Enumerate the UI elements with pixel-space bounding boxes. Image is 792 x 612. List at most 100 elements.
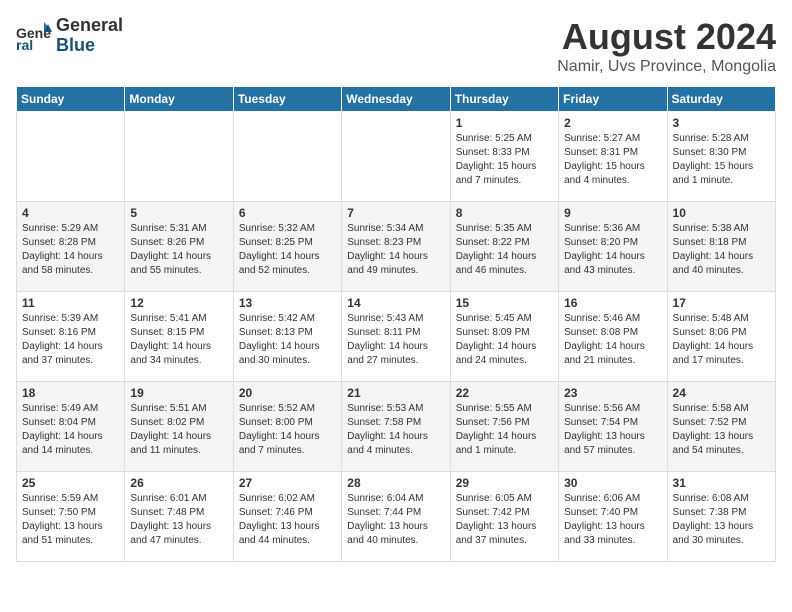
logo-icon: Gene ral (16, 18, 52, 54)
day-info: Sunrise: 5:32 AM Sunset: 8:25 PM Dayligh… (239, 222, 336, 278)
calendar-cell: 19 Sunrise: 5:51 AM Sunset: 8:02 PM Dayli… (125, 382, 233, 472)
day-info: Sunrise: 5:45 AM Sunset: 8:09 PM Dayligh… (456, 312, 553, 368)
weekday-header-row: SundayMondayTuesdayWednesdayThursdayFrid… (17, 87, 776, 112)
day-info: Sunrise: 5:51 AM Sunset: 8:02 PM Dayligh… (130, 402, 227, 458)
calendar-cell: 13 Sunrise: 5:42 AM Sunset: 8:13 PM Dayli… (233, 292, 341, 382)
day-info: Sunrise: 5:58 AM Sunset: 7:52 PM Dayligh… (673, 402, 770, 458)
day-info: Sunrise: 5:55 AM Sunset: 7:56 PM Dayligh… (456, 402, 553, 458)
day-info: Sunrise: 6:01 AM Sunset: 7:48 PM Dayligh… (130, 492, 227, 548)
calendar-cell: 14 Sunrise: 5:43 AM Sunset: 8:11 PM Dayli… (342, 292, 450, 382)
day-info: Sunrise: 6:08 AM Sunset: 7:38 PM Dayligh… (673, 492, 770, 548)
calendar-cell: 20 Sunrise: 5:52 AM Sunset: 8:00 PM Dayli… (233, 382, 341, 472)
calendar-cell: 23Sunrise: 5:56 AM Sunset: 7:54 PM Dayli… (559, 382, 667, 472)
calendar-cell: 27 Sunrise: 6:02 AM Sunset: 7:46 PM Dayli… (233, 472, 341, 562)
day-info: Sunrise: 5:38 AM Sunset: 8:18 PM Dayligh… (673, 222, 770, 278)
calendar-cell: 10 Sunrise: 5:38 AM Sunset: 8:18 PM Dayli… (667, 202, 775, 292)
calendar-cell: 11 Sunrise: 5:39 AM Sunset: 8:16 PM Dayli… (17, 292, 125, 382)
calendar-cell: 24 Sunrise: 5:58 AM Sunset: 7:52 PM Dayli… (667, 382, 775, 472)
day-info: Sunrise: 5:39 AM Sunset: 8:16 PM Dayligh… (22, 312, 119, 368)
day-number: 2 (564, 116, 661, 130)
calendar-cell: 21 Sunrise: 5:53 AM Sunset: 7:58 PM Dayli… (342, 382, 450, 472)
day-number: 5 (130, 206, 227, 220)
day-number: 3 (673, 116, 770, 130)
calendar-cell: 16 Sunrise: 5:46 AM Sunset: 8:08 PM Dayli… (559, 292, 667, 382)
calendar-cell: 5 Sunrise: 5:31 AM Sunset: 8:26 PM Daylig… (125, 202, 233, 292)
day-number: 17 (673, 296, 770, 310)
day-number: 15 (456, 296, 553, 310)
day-info: Sunrise: 5:31 AM Sunset: 8:26 PM Dayligh… (130, 222, 227, 278)
calendar-cell: 31Sunrise: 6:08 AM Sunset: 7:38 PM Dayli… (667, 472, 775, 562)
calendar-week-row: 18 Sunrise: 5:49 AM Sunset: 8:04 PM Dayli… (17, 382, 776, 472)
calendar-cell: 17 Sunrise: 5:48 AM Sunset: 8:06 PM Dayli… (667, 292, 775, 382)
day-info: Sunrise: 5:28 AM Sunset: 8:30 PM Dayligh… (673, 132, 770, 188)
day-number: 23 (564, 386, 661, 400)
calendar-cell: 22 Sunrise: 5:55 AM Sunset: 7:56 PM Dayli… (450, 382, 558, 472)
calendar-week-row: 4Sunrise: 5:29 AM Sunset: 8:28 PM Daylig… (17, 202, 776, 292)
calendar-cell: 8 Sunrise: 5:35 AM Sunset: 8:22 PM Daylig… (450, 202, 558, 292)
weekday-header: Friday (559, 87, 667, 112)
weekday-header: Saturday (667, 87, 775, 112)
day-number: 30 (564, 476, 661, 490)
calendar-cell: 26 Sunrise: 6:01 AM Sunset: 7:48 PM Dayli… (125, 472, 233, 562)
calendar-cell: 29Sunrise: 6:05 AM Sunset: 7:42 PM Dayli… (450, 472, 558, 562)
logo-general: General (56, 16, 123, 36)
day-number: 11 (22, 296, 119, 310)
day-number: 27 (239, 476, 336, 490)
calendar-cell: 12 Sunrise: 5:41 AM Sunset: 8:15 PM Dayli… (125, 292, 233, 382)
day-info: Sunrise: 5:29 AM Sunset: 8:28 PM Dayligh… (22, 222, 119, 278)
day-info: Sunrise: 5:34 AM Sunset: 8:23 PM Dayligh… (347, 222, 444, 278)
day-info: Sunrise: 5:59 AM Sunset: 7:50 PM Dayligh… (22, 492, 119, 548)
calendar-cell: 7 Sunrise: 5:34 AM Sunset: 8:23 PM Daylig… (342, 202, 450, 292)
day-info: Sunrise: 5:35 AM Sunset: 8:22 PM Dayligh… (456, 222, 553, 278)
logo-blue: Blue (56, 36, 123, 56)
day-number: 10 (673, 206, 770, 220)
calendar-cell (17, 112, 125, 202)
day-info: Sunrise: 5:46 AM Sunset: 8:08 PM Dayligh… (564, 312, 661, 368)
logo: Gene ral General Blue (16, 16, 123, 56)
day-number: 13 (239, 296, 336, 310)
day-info: Sunrise: 5:48 AM Sunset: 8:06 PM Dayligh… (673, 312, 770, 368)
day-number: 24 (673, 386, 770, 400)
day-info: Sunrise: 6:04 AM Sunset: 7:44 PM Dayligh… (347, 492, 444, 548)
day-number: 14 (347, 296, 444, 310)
day-number: 22 (456, 386, 553, 400)
day-info: Sunrise: 5:52 AM Sunset: 8:00 PM Dayligh… (239, 402, 336, 458)
day-number: 9 (564, 206, 661, 220)
day-number: 21 (347, 386, 444, 400)
day-info: Sunrise: 5:43 AM Sunset: 8:11 PM Dayligh… (347, 312, 444, 368)
day-info: Sunrise: 5:53 AM Sunset: 7:58 PM Dayligh… (347, 402, 444, 458)
day-info: Sunrise: 5:42 AM Sunset: 8:13 PM Dayligh… (239, 312, 336, 368)
calendar-cell (342, 112, 450, 202)
day-info: Sunrise: 5:25 AM Sunset: 8:33 PM Dayligh… (456, 132, 553, 188)
calendar-cell (233, 112, 341, 202)
month-title: August 2024 (557, 16, 776, 58)
day-number: 12 (130, 296, 227, 310)
weekday-header: Tuesday (233, 87, 341, 112)
svg-text:ral: ral (16, 37, 33, 53)
day-number: 8 (456, 206, 553, 220)
day-number: 28 (347, 476, 444, 490)
day-info: Sunrise: 6:05 AM Sunset: 7:42 PM Dayligh… (456, 492, 553, 548)
day-number: 26 (130, 476, 227, 490)
day-number: 19 (130, 386, 227, 400)
calendar-cell: 18 Sunrise: 5:49 AM Sunset: 8:04 PM Dayli… (17, 382, 125, 472)
calendar-cell: 30 Sunrise: 6:06 AM Sunset: 7:40 PM Dayli… (559, 472, 667, 562)
calendar-cell: 15 Sunrise: 5:45 AM Sunset: 8:09 PM Dayli… (450, 292, 558, 382)
weekday-header: Sunday (17, 87, 125, 112)
calendar-cell: 9Sunrise: 5:36 AM Sunset: 8:20 PM Daylig… (559, 202, 667, 292)
location-title: Namir, Uvs Province, Mongolia (557, 58, 776, 76)
day-info: Sunrise: 6:06 AM Sunset: 7:40 PM Dayligh… (564, 492, 661, 548)
day-number: 20 (239, 386, 336, 400)
day-number: 1 (456, 116, 553, 130)
day-info: Sunrise: 6:02 AM Sunset: 7:46 PM Dayligh… (239, 492, 336, 548)
calendar-table: SundayMondayTuesdayWednesdayThursdayFrid… (16, 86, 776, 562)
day-info: Sunrise: 5:41 AM Sunset: 8:15 PM Dayligh… (130, 312, 227, 368)
page-header: Gene ral General Blue August 2024 Namir,… (16, 16, 776, 76)
calendar-cell: 2Sunrise: 5:27 AM Sunset: 8:31 PM Daylig… (559, 112, 667, 202)
day-number: 7 (347, 206, 444, 220)
day-number: 18 (22, 386, 119, 400)
calendar-cell: 6Sunrise: 5:32 AM Sunset: 8:25 PM Daylig… (233, 202, 341, 292)
day-number: 16 (564, 296, 661, 310)
calendar-cell: 28 Sunrise: 6:04 AM Sunset: 7:44 PM Dayli… (342, 472, 450, 562)
day-info: Sunrise: 5:49 AM Sunset: 8:04 PM Dayligh… (22, 402, 119, 458)
